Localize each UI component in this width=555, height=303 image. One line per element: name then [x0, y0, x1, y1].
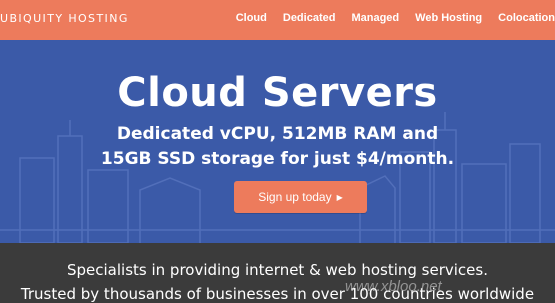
tagline-line-2: Trusted by thousands of businesses in ov…: [20, 285, 535, 303]
brand-logo[interactable]: UBIQUITY HOSTING: [0, 12, 129, 25]
hero-subtitle: Dedicated vCPU, 512MB RAM and 15GB SSD s…: [0, 122, 555, 172]
hero-banner: Cloud Servers Dedicated vCPU, 512MB RAM …: [0, 40, 555, 243]
nav-item-web-hosting[interactable]: Web Hosting: [415, 12, 482, 24]
top-nav-bar: UBIQUITY HOSTING Cloud Dedicated Managed…: [0, 0, 555, 40]
nav-item-cloud[interactable]: Cloud: [236, 12, 267, 24]
main-menu: Cloud Dedicated Managed Web Hosting Colo…: [236, 12, 555, 24]
watermark: www.xbloo.net: [345, 278, 442, 295]
tagline-line-1: Specialists in providing internet & web …: [67, 261, 488, 279]
sign-up-button-label: Sign up today: [258, 190, 332, 204]
hero-title: Cloud Servers: [117, 70, 438, 116]
nav-item-dedicated[interactable]: Dedicated: [283, 12, 336, 24]
hero-subtitle-line-1: Dedicated vCPU, 512MB RAM and: [116, 124, 439, 144]
nav-item-managed[interactable]: Managed: [351, 12, 399, 24]
nav-item-colocation[interactable]: Colocation: [498, 12, 555, 24]
caret-right-icon: ▶: [336, 192, 343, 202]
hero-subtitle-line-2: 15GB SSD storage for just $4/month.: [100, 149, 455, 169]
tagline-band: Specialists in providing internet & web …: [0, 243, 555, 303]
sign-up-button[interactable]: Sign up today ▶: [234, 181, 367, 213]
